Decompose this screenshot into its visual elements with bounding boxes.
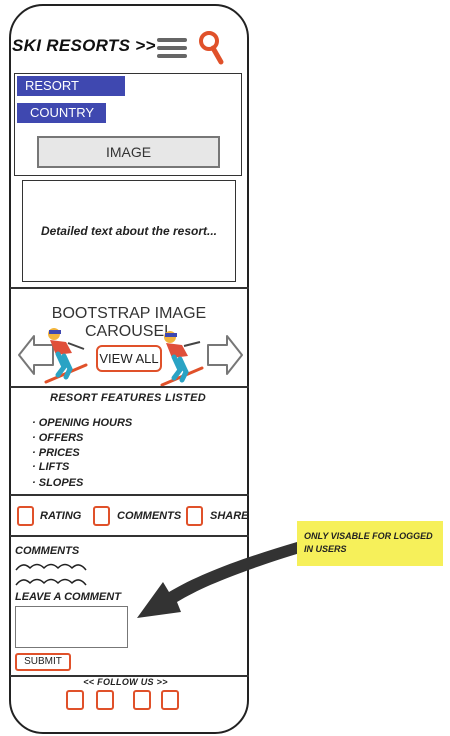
features-title: RESORT FEATURES LISTED (50, 392, 206, 404)
share-label: SHARE (210, 510, 249, 522)
arrow-right-icon[interactable] (205, 333, 245, 377)
rating-label: RATING (40, 510, 82, 522)
section-divider (10, 386, 249, 388)
page-title: SKI RESORTS >> (12, 36, 156, 55)
comments-label: COMMENTS (117, 510, 182, 522)
comments-heading: COMMENTS (15, 545, 80, 557)
feature-item: · SLOPES (32, 477, 84, 489)
leave-comment-label: LEAVE A COMMENT (15, 591, 121, 603)
resort-description: Detailed text about the resort... (22, 180, 236, 282)
social-icon[interactable] (96, 690, 114, 710)
section-divider (10, 535, 249, 537)
section-divider (10, 494, 249, 496)
hamburger-menu-icon[interactable] (157, 38, 187, 58)
annotation-arrow-icon (137, 542, 303, 618)
rating-checkbox[interactable] (17, 506, 34, 526)
comments-checkbox[interactable] (93, 506, 110, 526)
submit-button[interactable]: SUBMIT (15, 653, 71, 671)
resort-name-label: RESORT NAME (17, 76, 125, 113)
country-label: COUNTRY (17, 103, 106, 123)
social-icon[interactable] (66, 690, 84, 710)
feature-item: · OFFERS (32, 432, 84, 444)
skier-emoji-icon (44, 328, 88, 384)
feature-item: · LIFTS (32, 461, 70, 473)
logged-in-note: ONLY VISABLE FOR LOGGED IN USERS (297, 521, 443, 566)
feature-item: · OPENING HOURS (32, 417, 133, 429)
search-icon[interactable] (195, 30, 225, 66)
share-checkbox[interactable] (186, 506, 203, 526)
social-icon[interactable] (133, 690, 151, 710)
follow-us-label: << FOLLOW US >> (83, 677, 168, 687)
feature-item: · PRICES (32, 447, 80, 459)
social-icon[interactable] (161, 690, 179, 710)
resort-image-placeholder: IMAGE (37, 136, 220, 168)
view-all-button[interactable]: VIEW ALL (96, 345, 162, 372)
comment-textarea[interactable] (15, 606, 128, 648)
section-divider (10, 287, 249, 289)
squiggle-placeholder-icon (15, 563, 87, 586)
